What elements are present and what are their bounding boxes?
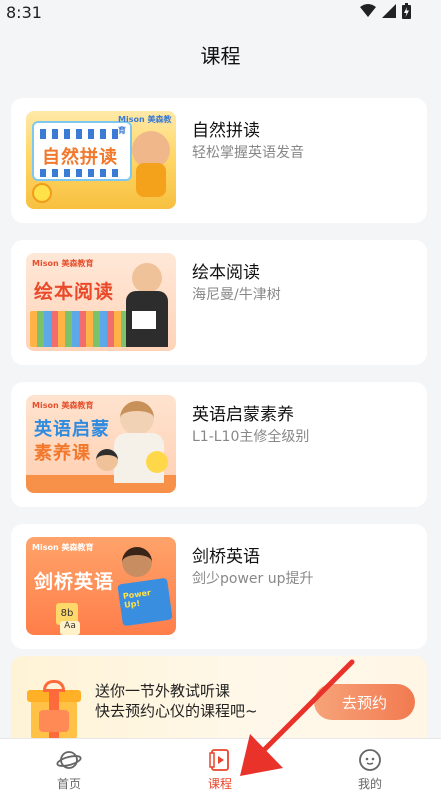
cell-signal-icon bbox=[382, 4, 396, 18]
wifi-icon bbox=[360, 4, 376, 17]
course-subtitle: 海尼曼/牛津树 bbox=[192, 287, 281, 303]
thumb-title: 绘本阅读 bbox=[34, 281, 115, 303]
book-trial-button[interactable]: 去预约 bbox=[314, 684, 415, 720]
thumb-title: 自然拼读 bbox=[42, 147, 118, 168]
course-subtitle: 轻松掌握英语发音 bbox=[192, 145, 304, 161]
mascot-icon bbox=[32, 183, 52, 203]
teacher-illustration bbox=[120, 401, 154, 435]
status-bar: 8:31 bbox=[0, 0, 441, 26]
course-title: 剑桥英语 bbox=[192, 547, 260, 567]
bottom-tab-bar: 首页 课程 我的 bbox=[0, 738, 441, 795]
gift-icon bbox=[25, 680, 83, 740]
planet-icon bbox=[56, 751, 82, 769]
tab-home[interactable]: 首页 bbox=[29, 748, 109, 792]
promo-line-1: 送你一节外教试听课 bbox=[95, 682, 231, 700]
thumb-brand: Mison 美森教育 bbox=[32, 543, 94, 552]
tab-label: 首页 bbox=[56, 777, 81, 791]
course-title: 自然拼读 bbox=[192, 121, 260, 141]
thumb-brand: Mison 美森教育 bbox=[32, 401, 94, 410]
course-thumbnail: Mison 美森教育 英语启蒙 素养课 bbox=[26, 395, 176, 493]
kid-illustration bbox=[122, 547, 152, 577]
promo-line-2: 快去预约心仪的课程吧~ bbox=[95, 702, 258, 720]
thumb-title-line1: 英语启蒙 bbox=[34, 419, 110, 440]
course-thumbnail: Mison 美森教育 剑桥英语 8b Aa Power Up! bbox=[26, 537, 176, 635]
status-icons bbox=[360, 3, 411, 19]
books-illustration bbox=[30, 311, 136, 347]
tab-profile[interactable]: 我的 bbox=[330, 748, 410, 792]
page-title: 课程 bbox=[200, 44, 241, 68]
mascot-icon bbox=[146, 451, 168, 473]
face-icon bbox=[359, 749, 381, 771]
kid-illustration bbox=[96, 449, 118, 471]
play-book-icon bbox=[209, 749, 229, 771]
thumb-title: 剑桥英语 bbox=[34, 571, 115, 593]
course-thumbnail: Mison 美森教育 自然拼读 bbox=[26, 111, 176, 209]
course-card-literacy[interactable]: Mison 美森教育 英语启蒙 素养课 英语启蒙素养 L1-L10主修全级别 bbox=[11, 382, 427, 507]
thumb-book-text: Power Up! bbox=[122, 588, 152, 610]
kid-illustration bbox=[132, 263, 162, 293]
course-thumbnail: Mison 美森教育 绘本阅读 bbox=[26, 253, 176, 351]
thumb-title-line2: 素养课 bbox=[34, 443, 91, 464]
thumb-brand: Mison 美森教育 bbox=[32, 259, 94, 268]
tab-label: 课程 bbox=[207, 777, 232, 791]
battery-icon bbox=[402, 3, 411, 19]
course-list: Mison 美森教育 自然拼读 自然拼读 轻松掌握英语发音 Mison 美森教育… bbox=[11, 98, 427, 666]
course-card-phonics[interactable]: Mison 美森教育 自然拼读 自然拼读 轻松掌握英语发音 bbox=[11, 98, 427, 223]
course-title: 绘本阅读 bbox=[192, 263, 260, 283]
course-subtitle: L1-L10主修全级别 bbox=[192, 429, 310, 445]
course-subtitle: 剑少power up提升 bbox=[192, 571, 314, 587]
course-card-picture-book[interactable]: Mison 美森教育 绘本阅读 绘本阅读 海尼曼/牛津树 bbox=[11, 240, 427, 365]
tab-courses[interactable]: 课程 bbox=[180, 748, 260, 792]
status-time: 8:31 bbox=[6, 3, 42, 22]
course-title: 英语启蒙素养 bbox=[192, 405, 294, 425]
book-illustration: Power Up! bbox=[117, 577, 173, 627]
tab-label: 我的 bbox=[357, 777, 382, 791]
course-card-cambridge[interactable]: Mison 美森教育 剑桥英语 8b Aa Power Up! 剑桥英语 剑少p… bbox=[11, 524, 427, 649]
trial-class-promo[interactable]: 送你一节外教试听课 快去预约心仪的课程吧~ 去预约 bbox=[11, 656, 427, 740]
